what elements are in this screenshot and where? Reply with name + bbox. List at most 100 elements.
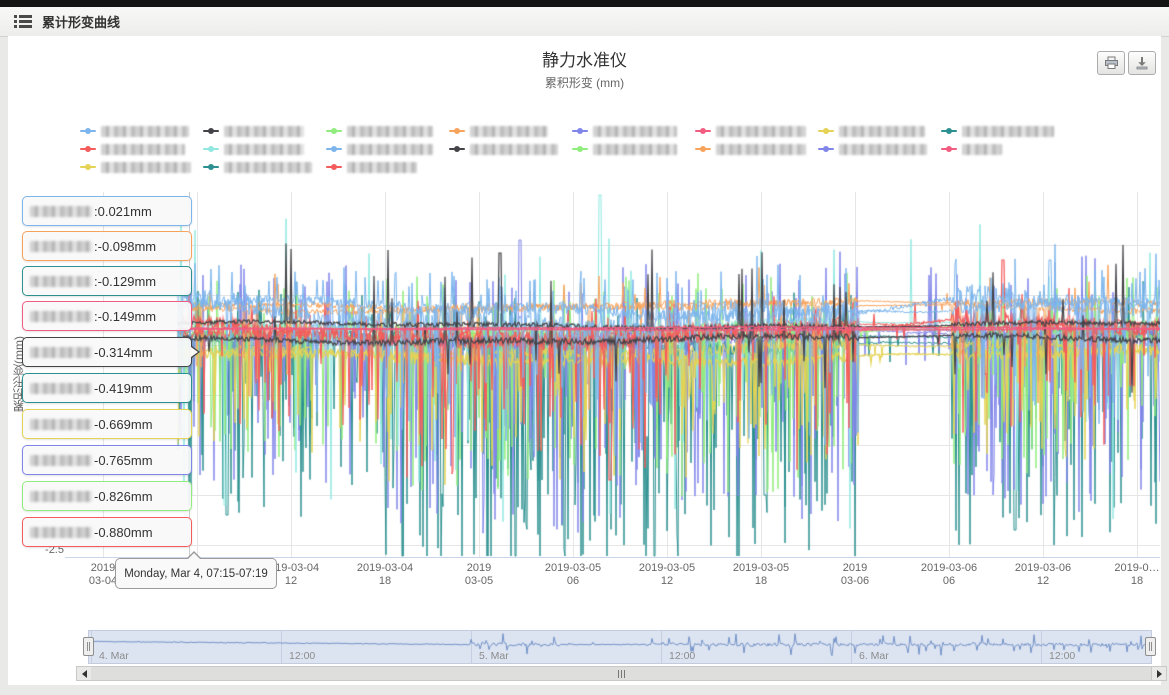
legend-item[interactable] [80, 122, 203, 140]
legend-item[interactable] [326, 122, 449, 140]
scrollbar-left-button[interactable] [77, 667, 92, 680]
tooltip-name-censored [30, 276, 92, 287]
print-chart-button[interactable] [1097, 51, 1125, 75]
tooltip-name-censored [30, 455, 92, 466]
legend-marker-dot [823, 128, 829, 134]
legend-item[interactable] [695, 122, 818, 140]
tooltip-point-box: -0.419mm [22, 373, 192, 403]
legend-marker-icon [572, 130, 588, 132]
legend-item[interactable] [572, 140, 695, 158]
legend-item[interactable] [818, 122, 941, 140]
legend-marker-icon [572, 148, 588, 150]
navigator-tick-label: 6. Mar [859, 650, 889, 662]
list-menu-icon[interactable] [14, 15, 32, 28]
tooltip-name-censored [30, 206, 92, 217]
legend-marker-icon [80, 130, 96, 132]
legend-label-censored [347, 126, 433, 137]
legend-label-censored [716, 144, 806, 155]
tooltip-point-value: :-0.129mm [94, 274, 156, 289]
legend-item[interactable] [80, 140, 203, 158]
legend-label-censored [347, 144, 433, 155]
legend-marker-icon [818, 130, 834, 132]
legend-marker-icon [203, 166, 219, 168]
navigator-tick-label: 5. Mar [479, 650, 509, 662]
legend-item[interactable] [449, 140, 572, 158]
legend-item[interactable] [449, 122, 572, 140]
x-axis-tick-label: 2019-03-0518 [713, 562, 809, 588]
legend-label-censored [839, 126, 925, 137]
legend-marker-dot [577, 128, 583, 134]
legend-marker-dot [700, 146, 706, 152]
tooltip-point-value: -0.880mm [94, 525, 153, 540]
legend-marker-dot [700, 128, 706, 134]
x-axis-tick-label: 2019-03-0512 [619, 562, 715, 588]
legend-marker-icon [941, 130, 957, 132]
legend-marker-icon [80, 166, 96, 168]
navigator-canvas[interactable] [89, 631, 1151, 663]
tooltip-date-label: Monday, Mar 4, 07:15-07:19 [124, 568, 268, 580]
legend-item[interactable] [695, 140, 818, 158]
legend-label-censored [470, 126, 548, 137]
legend-item[interactable] [941, 140, 1064, 158]
legend-item[interactable] [572, 122, 695, 140]
legend-item[interactable] [941, 122, 1064, 140]
legend-marker-dot [946, 128, 952, 134]
legend-item[interactable] [818, 140, 941, 158]
legend-item[interactable] [203, 122, 326, 140]
legend-label-censored [839, 144, 927, 155]
legend-item[interactable] [203, 140, 326, 158]
tooltip-name-censored [30, 383, 92, 394]
legend-marker-dot [208, 164, 214, 170]
tooltip-point-box: -0.880mm [22, 517, 192, 547]
tooltip-name-censored [30, 311, 92, 322]
legend-label-censored [101, 162, 191, 173]
legend-label-censored [962, 126, 1054, 137]
tooltip-point-box: -0.826mm [22, 481, 192, 511]
legend-label-censored [962, 144, 1002, 155]
legend-item[interactable] [203, 158, 326, 176]
chart-panel: 静力水准仪 累积形变 (mm) 累积形变(mm) -2.5 201903-042… [8, 36, 1161, 685]
navigator-right-handle[interactable] [1145, 637, 1156, 656]
legend-marker-dot [454, 146, 460, 152]
navigator-left-handle[interactable] [83, 637, 94, 656]
legend-marker-icon [326, 148, 342, 150]
legend-marker-icon [80, 148, 96, 150]
legend-marker-icon [818, 148, 834, 150]
chart-subtitle: 累积形变 (mm) [8, 74, 1161, 91]
left-arrow-icon [82, 670, 87, 678]
scrollbar-thumb[interactable] [91, 667, 1152, 680]
download-icon [1135, 56, 1149, 70]
legend-marker-dot [331, 128, 337, 134]
scrollbar-right-button[interactable] [1151, 667, 1166, 680]
horizontal-scrollbar[interactable] [76, 666, 1167, 681]
legend-marker-dot [208, 146, 214, 152]
legend-label-censored [347, 162, 417, 173]
legend-marker-dot [331, 146, 337, 152]
legend-item[interactable] [326, 158, 449, 176]
legend-label-censored [593, 144, 677, 155]
tooltip-name-censored [30, 419, 92, 430]
navigator[interactable]: 4. Mar12:005. Mar12:006. Mar12:00 [88, 630, 1152, 664]
app-header-bar: 累计形变曲线 [0, 7, 1169, 37]
legend-marker-icon [326, 130, 342, 132]
legend-item[interactable] [80, 158, 203, 176]
x-axis-tick-label: 2019-03-0612 [995, 562, 1091, 588]
tooltip-point-value: -0.669mm [94, 417, 153, 432]
legend-label-censored [593, 126, 677, 137]
tooltip-name-censored [30, 347, 92, 358]
legend-label-censored [224, 126, 304, 137]
main-series-canvas[interactable] [65, 192, 1160, 557]
legend-marker-dot [85, 128, 91, 134]
tooltip-name-censored [30, 491, 92, 502]
tooltip-point-value: -0.314mm [94, 345, 153, 360]
download-chart-button[interactable] [1128, 51, 1156, 75]
legend-label-censored [716, 126, 806, 137]
printer-icon [1104, 56, 1119, 70]
x-axis-tick-label: 2019-03-0606 [901, 562, 997, 588]
legend-marker-icon [695, 130, 711, 132]
tooltip-name-censored [30, 241, 92, 252]
legend-item[interactable] [326, 140, 449, 158]
legend-marker-icon [695, 148, 711, 150]
legend-marker-icon [203, 130, 219, 132]
legend-marker-icon [449, 148, 465, 150]
